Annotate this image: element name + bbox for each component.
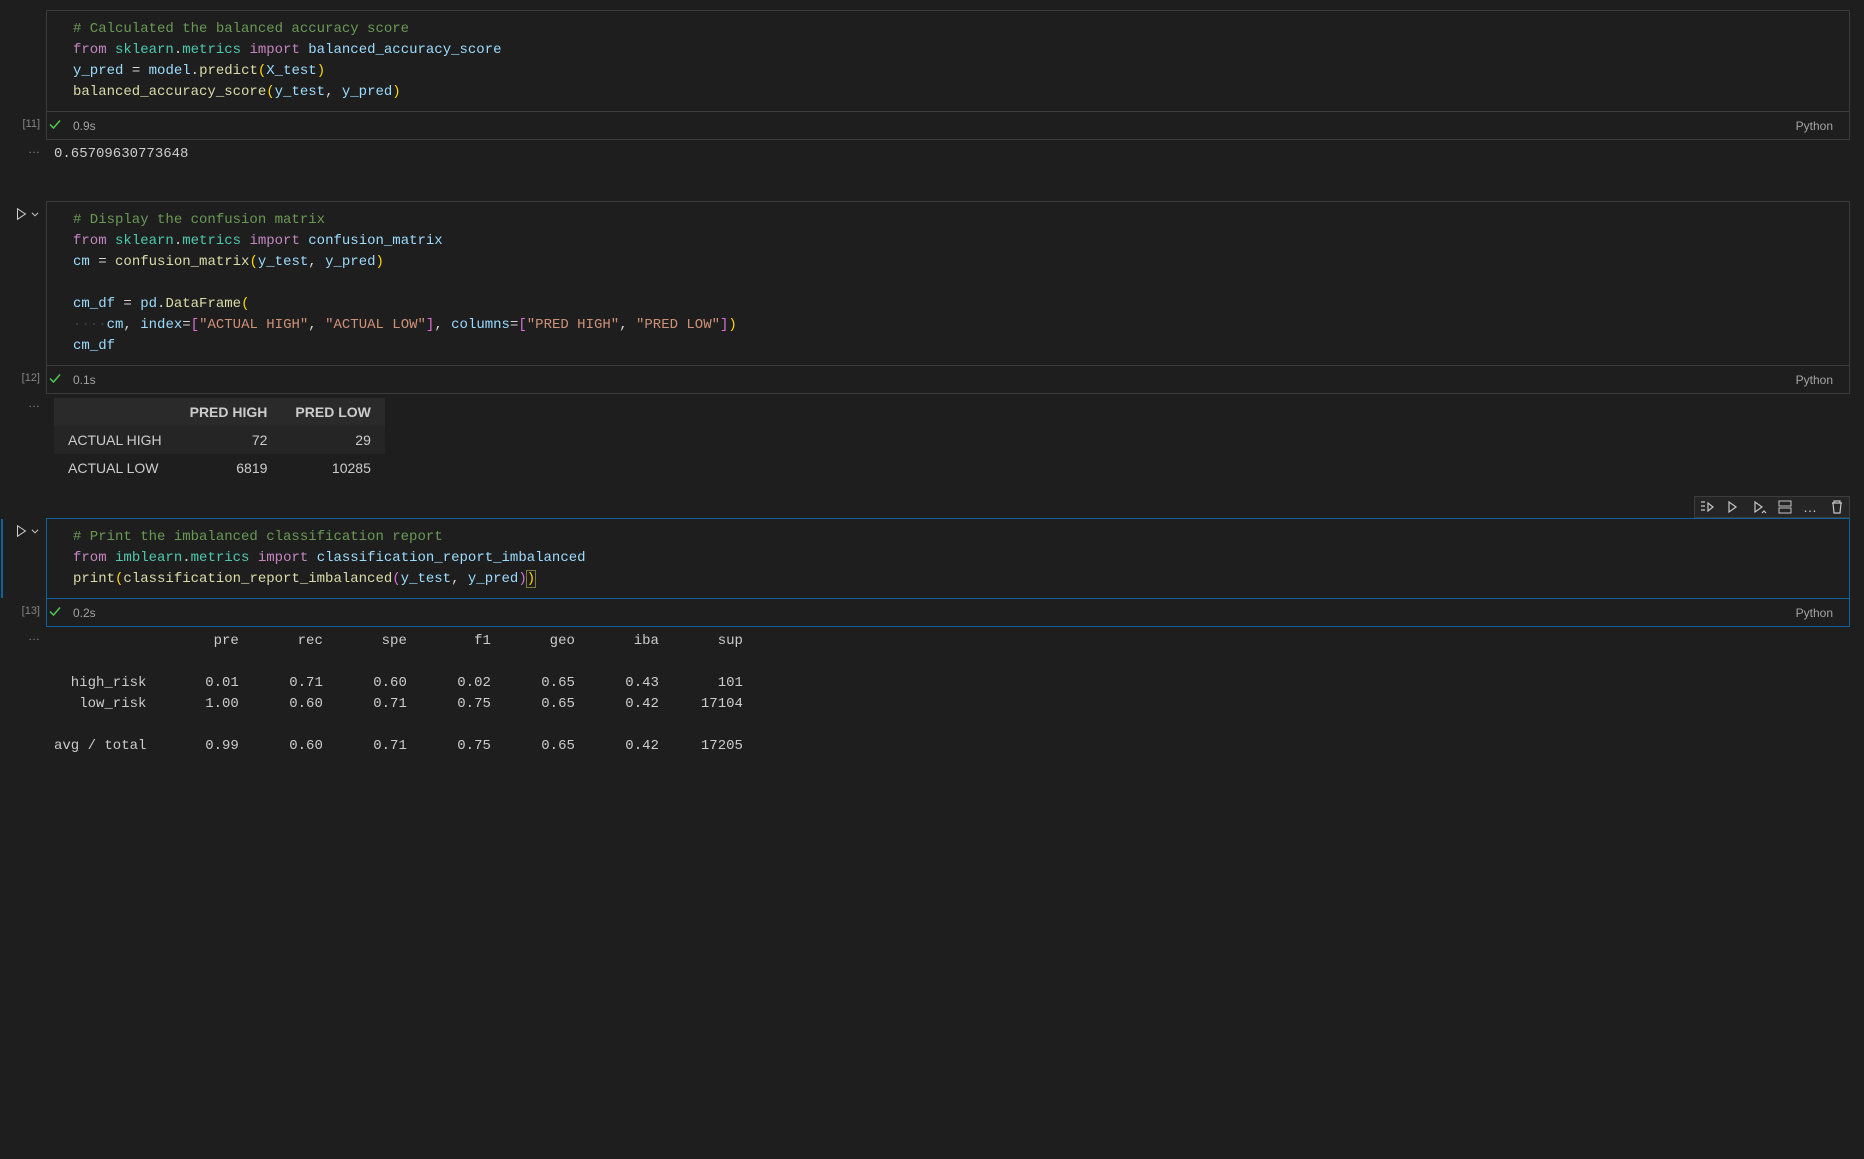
cell-gutter xyxy=(0,10,46,112)
confusion-matrix-table: PRED HIGH PRED LOW ACTUAL HIGH 72 29 ACT… xyxy=(54,398,385,482)
cell-gutter xyxy=(0,201,46,366)
whitespace-dots: ···· xyxy=(73,317,107,333)
cell-language[interactable]: Python xyxy=(1796,606,1839,620)
output-row-11: … 0.65709630773648 xyxy=(0,140,1864,177)
run-cell-icon[interactable] xyxy=(14,207,28,221)
chevron-down-icon[interactable] xyxy=(30,209,40,219)
table-row: ACTUAL HIGH 72 29 xyxy=(54,426,385,454)
table-row: ACTUAL LOW 6819 10285 xyxy=(54,454,385,482)
exec-count: [12] xyxy=(0,366,46,394)
table-cell: 10285 xyxy=(281,454,384,482)
code-editor[interactable]: # Calculated the balanced accuracy score… xyxy=(47,11,1849,111)
success-check-icon xyxy=(47,603,63,622)
matching-bracket: ) xyxy=(527,571,535,587)
delete-cell-icon[interactable] xyxy=(1829,499,1845,515)
execute-above-icon[interactable] xyxy=(1725,499,1741,515)
execute-below-icon[interactable] xyxy=(1751,499,1767,515)
split-cell-icon[interactable] xyxy=(1777,499,1793,515)
kw-from: from xyxy=(73,42,107,58)
code-comment: # Calculated the balanced accuracy score xyxy=(73,21,409,37)
output-ellipsis[interactable]: … xyxy=(0,627,46,769)
code-input-12[interactable]: # Display the confusion matrix from skle… xyxy=(46,201,1850,366)
exec-count: [13] xyxy=(0,599,46,627)
code-input-11[interactable]: # Calculated the balanced accuracy score… xyxy=(46,10,1850,112)
code-editor[interactable]: # Display the confusion matrix from skle… xyxy=(47,202,1849,365)
run-cell-icon[interactable] xyxy=(14,524,28,538)
exec-count: [11] xyxy=(0,112,46,140)
run-by-line-icon[interactable] xyxy=(1699,499,1715,515)
row-label: ACTUAL LOW xyxy=(54,454,176,482)
status-row-11: [11] 0.9s Python xyxy=(0,112,1864,140)
code-input-13[interactable]: # Print the imbalanced classification re… xyxy=(46,518,1850,599)
success-check-icon xyxy=(47,116,63,135)
success-check-icon xyxy=(47,370,63,389)
cell-language[interactable]: Python xyxy=(1796,373,1839,387)
cell-language[interactable]: Python xyxy=(1796,119,1839,133)
code-comment: # Print the imbalanced classification re… xyxy=(73,529,443,545)
table-header: PRED HIGH xyxy=(176,398,282,426)
chevron-down-icon[interactable] xyxy=(30,526,40,536)
table-cell: 6819 xyxy=(176,454,282,482)
table-header xyxy=(54,398,176,426)
module: sklearn xyxy=(115,42,174,58)
exec-time: 0.9s xyxy=(73,119,96,133)
table-cell: 72 xyxy=(176,426,282,454)
status-row-13: [13] 0.2s Python xyxy=(0,599,1864,627)
exec-time: 0.2s xyxy=(73,606,96,620)
cell-toolbar: … xyxy=(1694,496,1850,518)
cell-gutter xyxy=(0,518,46,599)
code-cell-11: # Calculated the balanced accuracy score… xyxy=(0,10,1864,112)
kw-import: import xyxy=(249,42,299,58)
output-row-12: … PRED HIGH PRED LOW ACTUAL HIGH 72 29 A… xyxy=(0,394,1864,494)
output-ellipsis[interactable]: … xyxy=(0,394,46,494)
table-header-row: PRED HIGH PRED LOW xyxy=(54,398,385,426)
output-row-13: … pre rec spe f1 geo iba sup high_risk 0… xyxy=(0,627,1864,769)
selection-indicator xyxy=(1,519,3,598)
exec-time: 0.1s xyxy=(73,373,96,387)
table-header: PRED LOW xyxy=(281,398,384,426)
cell-output: 0.65709630773648 xyxy=(46,140,1864,177)
status-row-12: [12] 0.1s Python xyxy=(0,366,1864,394)
code-editor[interactable]: # Print the imbalanced classification re… xyxy=(47,519,1849,598)
classification-report-output: pre rec spe f1 geo iba sup high_risk 0.0… xyxy=(46,627,1864,769)
output-ellipsis[interactable]: … xyxy=(0,140,46,177)
table-cell: 29 xyxy=(281,426,384,454)
code-cell-13: … # Print the imbalanced classification … xyxy=(0,518,1864,599)
cell-output: PRED HIGH PRED LOW ACTUAL HIGH 72 29 ACT… xyxy=(46,394,1864,494)
more-actions-icon[interactable]: … xyxy=(1803,499,1819,515)
code-comment: # Display the confusion matrix xyxy=(73,212,325,228)
row-label: ACTUAL HIGH xyxy=(54,426,176,454)
code-cell-12: # Display the confusion matrix from skle… xyxy=(0,201,1864,366)
